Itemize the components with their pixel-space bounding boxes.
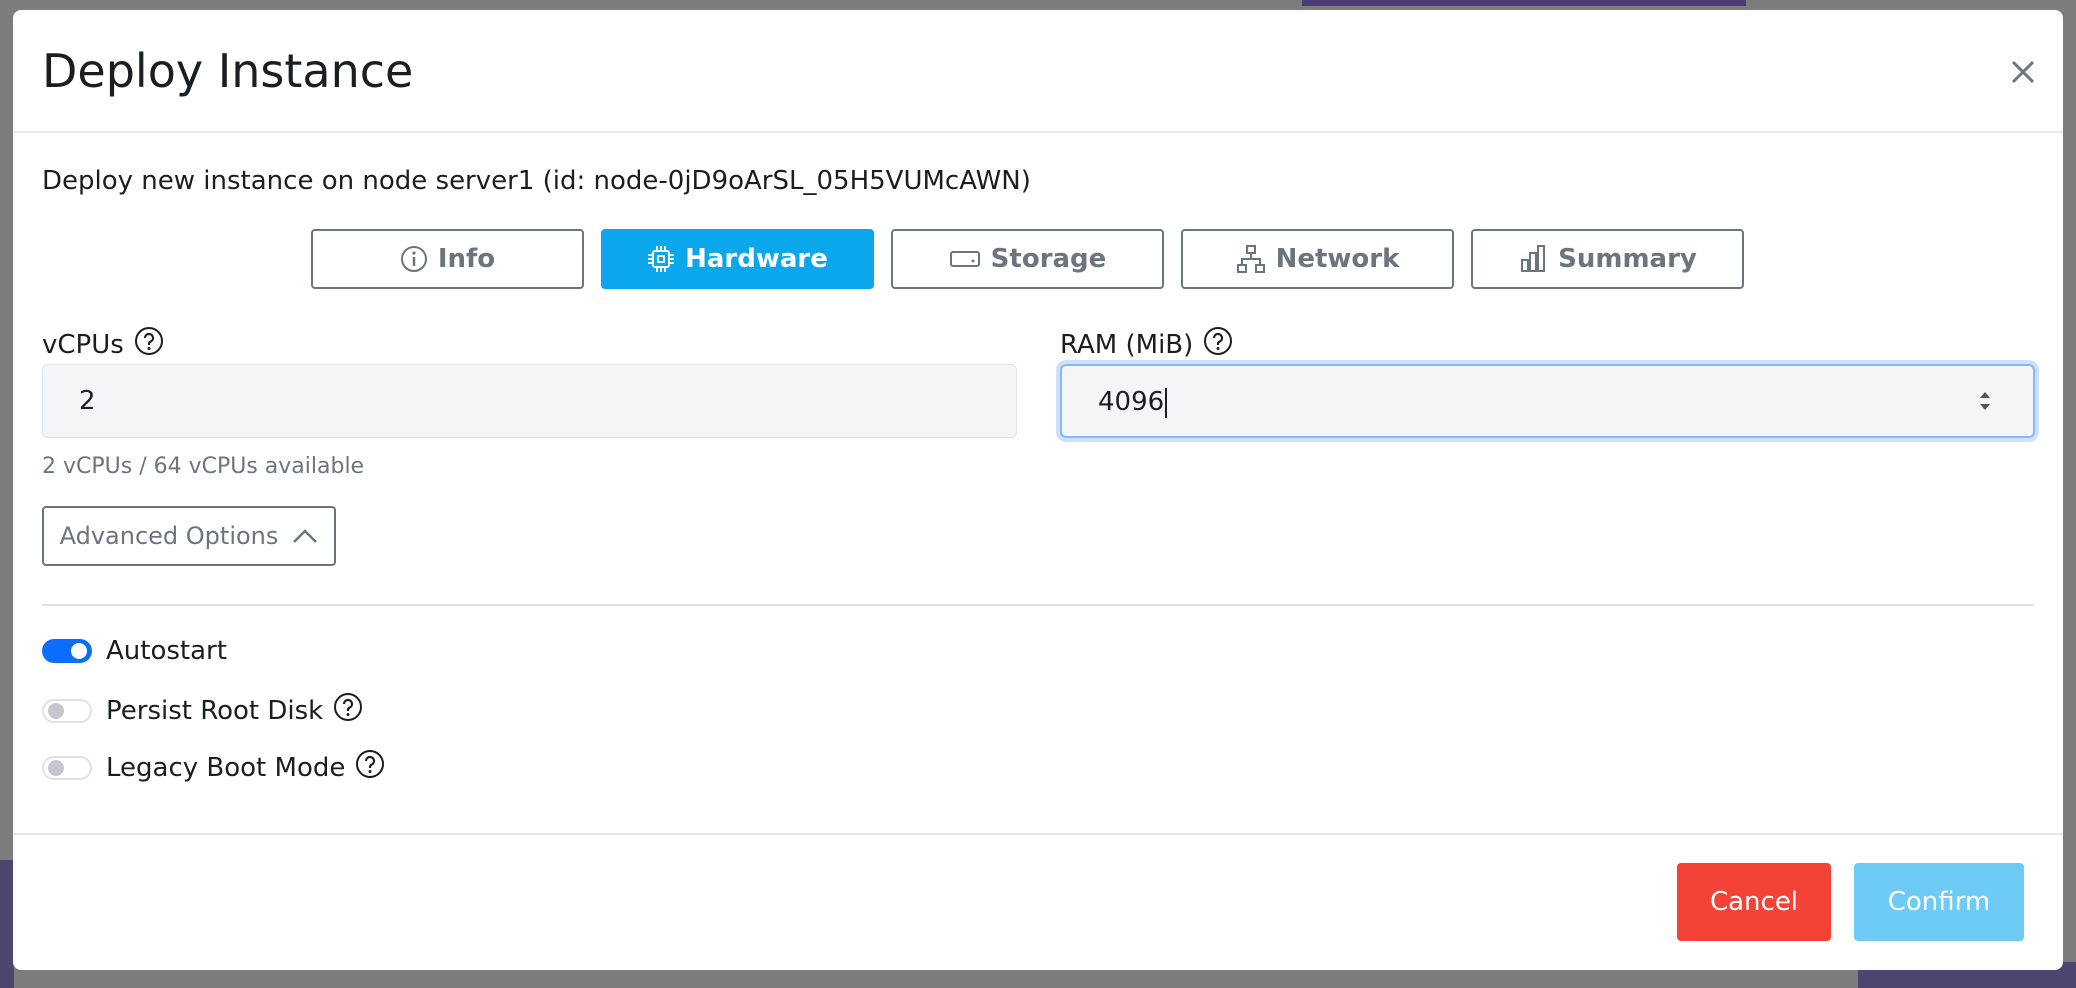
info-circle-icon	[400, 246, 427, 272]
chevron-up-icon	[293, 529, 318, 543]
modal-title: Deploy Instance	[42, 44, 414, 98]
ram-label-text: RAM (MiB)	[1060, 329, 1194, 360]
tab-hardware[interactable]: Hardware	[601, 229, 874, 289]
vcpus-label: vCPUs	[42, 326, 164, 363]
tab-storage[interactable]: Storage	[891, 229, 1164, 289]
autostart-toggle[interactable]	[42, 639, 92, 663]
tab-label: Info	[437, 244, 496, 274]
tab-label: Storage	[990, 244, 1107, 274]
cancel-button[interactable]: Cancel	[1677, 863, 1831, 941]
deploy-description: Deploy new instance on node server1 (id:…	[42, 166, 1031, 196]
background-strip	[0, 860, 14, 988]
help-icon[interactable]	[355, 749, 385, 786]
help-icon[interactable]	[134, 326, 164, 363]
ram-label: RAM (MiB)	[1060, 326, 1233, 363]
vcpus-input[interactable]: 2	[42, 364, 1017, 438]
bar-chart-icon	[1521, 245, 1546, 272]
vcpus-value: 2	[79, 386, 96, 416]
legacy-boot-mode-toggle[interactable]	[42, 755, 92, 780]
tab-label: Network	[1275, 244, 1400, 274]
autostart-option: Autostart	[42, 636, 227, 666]
text-caret	[1165, 387, 1168, 418]
footer-divider	[13, 833, 2063, 835]
tab-summary[interactable]: Summary	[1471, 229, 1744, 289]
section-divider	[42, 604, 2034, 606]
deploy-instance-modal: Deploy Instance Deploy new instance on n…	[13, 10, 2063, 970]
legacy-boot-mode-label: Legacy Boot Mode	[106, 752, 346, 783]
persist-root-disk-label: Persist Root Disk	[106, 695, 324, 726]
confirm-button[interactable]: Confirm	[1854, 863, 2024, 941]
vcpus-label-text: vCPUs	[42, 329, 124, 360]
tab-network[interactable]: Network	[1181, 229, 1454, 289]
ram-input[interactable]: 4096	[1060, 364, 2035, 438]
tab-info[interactable]: Info	[311, 229, 584, 289]
number-stepper-icon[interactable]	[1977, 386, 1993, 416]
help-icon[interactable]	[1203, 326, 1233, 363]
hdd-icon	[949, 251, 980, 267]
tab-label: Summary	[1558, 244, 1697, 274]
background-accent-bar	[1302, 0, 1746, 6]
persist-root-disk-toggle[interactable]	[42, 698, 92, 723]
legacy-boot-mode-option: Legacy Boot Mode	[42, 749, 385, 786]
wizard-tabs: Info Hardware Storage Network Summary	[311, 229, 1761, 289]
network-icon	[1236, 245, 1265, 273]
tab-label: Hardware	[685, 244, 828, 274]
ram-value: 4096	[1098, 387, 1165, 417]
advanced-options-label: Advanced Options	[59, 522, 279, 550]
persist-root-disk-option: Persist Root Disk	[42, 692, 363, 729]
autostart-label: Autostart	[106, 636, 227, 666]
close-button[interactable]	[2003, 52, 2043, 92]
advanced-options-button[interactable]: Advanced Options	[42, 506, 336, 566]
help-icon[interactable]	[333, 692, 363, 729]
vcpus-availability-hint: 2 vCPUs / 64 vCPUs available	[42, 454, 365, 479]
close-icon	[2011, 60, 2035, 84]
cpu-icon	[648, 246, 675, 272]
modal-header: Deploy Instance	[13, 10, 2063, 133]
